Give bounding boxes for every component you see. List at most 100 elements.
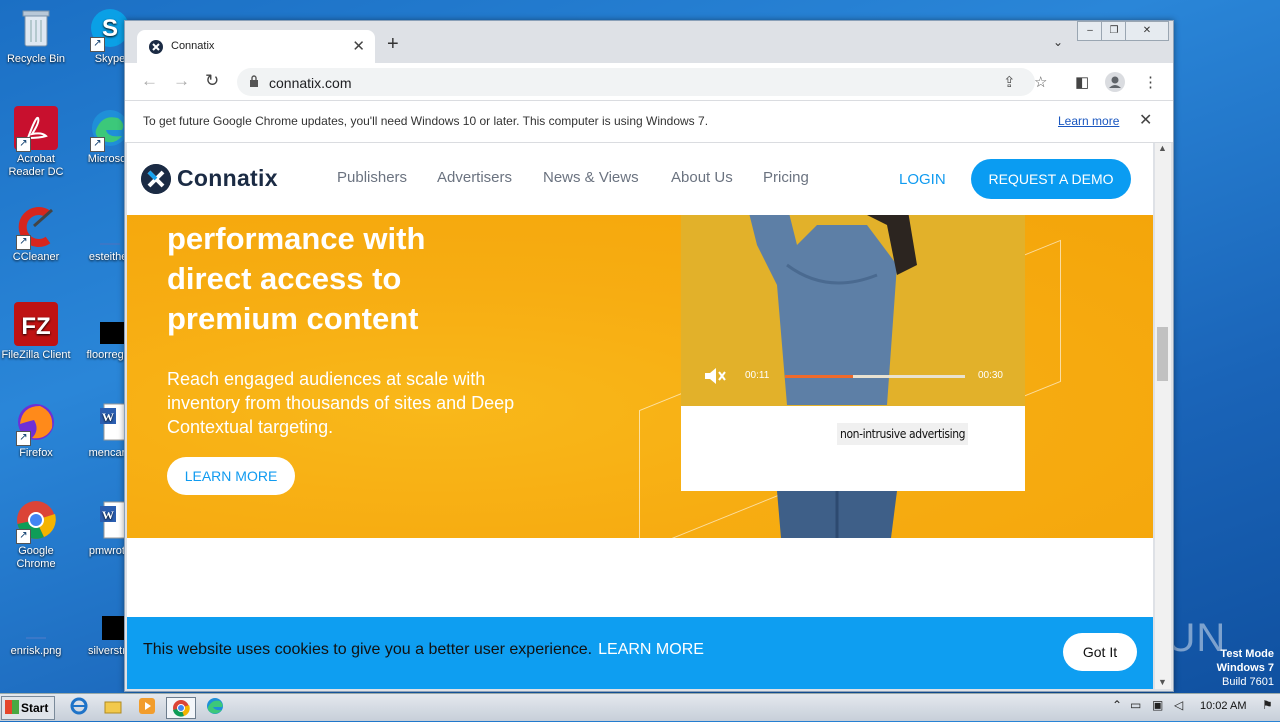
infobar-learn-more-link[interactable]: Learn more [1058, 114, 1119, 128]
svg-text:W: W [102, 410, 114, 424]
cookie-message: This website uses cookies to give you a … [143, 641, 704, 659]
connatix-favicon-icon [149, 40, 163, 54]
recycle-bin-icon [14, 6, 58, 50]
taskbar-chrome-icon[interactable] [166, 697, 196, 719]
video-player[interactable]: 00:11 00:30 non-intrusive advertising [681, 215, 1025, 491]
connatix-logo-icon [141, 164, 171, 194]
svg-text:FZ: FZ [21, 313, 50, 340]
page-viewport: Connatix Publishers Advertisers News & V… [127, 143, 1153, 689]
hero-headline: performance with direct access to premiu… [167, 219, 425, 339]
chrome-window: Connatix ✕ + ⌄ – ❐ ✕ ← → ↻ connatix.com … [124, 20, 1174, 692]
share-icon[interactable]: ⇪ [1003, 73, 1016, 91]
taskbar-edge-icon[interactable] [204, 697, 226, 717]
hero-headline-line: direct access to [167, 261, 402, 296]
test-mode-build: Build 7601 [1222, 676, 1274, 688]
desktop-icon-label: Recycle Bin [6, 53, 66, 65]
minimize-button[interactable]: – [1077, 21, 1103, 41]
scroll-up-arrow-icon[interactable]: ▲ [1158, 143, 1167, 153]
desktop-icon-label: Firefox [19, 447, 53, 459]
infobar-close-icon[interactable]: ✕ [1139, 110, 1152, 130]
taskbar-clock: 10:02 AM [1200, 700, 1247, 712]
nav-advertisers[interactable]: Advertisers [437, 169, 512, 186]
video-frame: 00:11 00:30 [681, 215, 1025, 406]
close-window-button[interactable]: ✕ [1125, 21, 1169, 41]
update-infobar: To get future Google Chrome updates, you… [125, 100, 1173, 143]
cookie-got-it-button[interactable]: Got It [1063, 633, 1137, 671]
filezilla-icon: FZ [14, 302, 58, 346]
address-bar[interactable]: connatix.com ⇪ ☆ [237, 68, 1047, 96]
chrome-menu-icon[interactable]: ⋮ [1143, 73, 1158, 91]
page-scrollbar[interactable]: ▲ ▼ [1155, 143, 1171, 689]
login-link[interactable]: LOGIN [899, 171, 946, 188]
taskbar: Start ⌃ ▭ ▣ ◁ 10:02 AM ⚑ [0, 693, 1280, 721]
hero-learn-more-button[interactable]: LEARN MORE [167, 457, 295, 495]
nav-news-views[interactable]: News & Views [543, 169, 639, 186]
desktop-icon-label: Google Chrome [16, 545, 56, 570]
tray-volume-icon[interactable]: ◁ [1174, 698, 1183, 712]
desktop-icon-label: enrisk.png [10, 645, 62, 657]
video-progress-fill [785, 375, 854, 378]
desktop-icon-recycle-bin[interactable]: Recycle Bin [0, 6, 72, 66]
taskbar-ie-icon[interactable] [68, 697, 90, 717]
logo-wordmark: Connatix [177, 165, 278, 191]
svg-text:W: W [102, 508, 114, 522]
nav-publishers[interactable]: Publishers [337, 169, 407, 186]
desktop-icon-acrobat[interactable]: ↗ Acrobat Reader DC [0, 106, 72, 179]
tray-flag-icon[interactable]: ⚑ [1262, 698, 1273, 712]
video-current-time: 00:11 [745, 370, 770, 381]
cookie-learn-more-link[interactable]: LEARN MORE [598, 641, 704, 658]
bookmark-star-icon[interactable]: ☆ [1034, 73, 1047, 91]
desktop-icon-ccleaner[interactable]: ↗ CCleaner [0, 204, 72, 264]
chrome-icon: ↗ [14, 498, 58, 544]
tab-connatix[interactable]: Connatix ✕ [137, 30, 375, 63]
video-progress-bar[interactable] [785, 375, 965, 378]
test-mode-line: Test Mode [1220, 648, 1274, 660]
test-mode-os: Windows 7 [1216, 662, 1274, 674]
desktop-icon-chrome[interactable]: ↗ Google Chrome [0, 498, 72, 571]
desktop-icon-label: Acrobat Reader DC [8, 153, 64, 178]
ccleaner-icon: ↗ [14, 204, 58, 250]
desktop-icon-filezilla[interactable]: FZ FileZilla Client [0, 302, 72, 362]
scroll-down-arrow-icon[interactable]: ▼ [1158, 677, 1167, 687]
shortcut-arrow-icon: ↗ [16, 235, 31, 250]
new-tab-button[interactable]: + [387, 33, 399, 56]
start-label: Start [21, 701, 49, 715]
taskbar-media-player-icon[interactable] [136, 697, 158, 717]
desktop-icon-label: FileZilla Client [1, 349, 71, 361]
reload-button[interactable]: ↻ [205, 71, 219, 91]
back-button[interactable]: ← [141, 71, 158, 91]
desktop-icon-firefox[interactable]: ↗ Firefox [0, 400, 72, 460]
hero-section: performance with direct access to premiu… [127, 215, 1153, 538]
desktop-icon-label: CCleaner [12, 251, 60, 263]
nav-about-us[interactable]: About Us [671, 169, 733, 186]
side-panel-icon[interactable]: ◧ [1075, 73, 1089, 91]
tray-network-icon[interactable]: ▭ [1130, 698, 1141, 712]
request-demo-button[interactable]: REQUEST A DEMO [971, 159, 1131, 199]
site-header: Connatix Publishers Advertisers News & V… [127, 143, 1153, 215]
tab-search-chevron-icon[interactable]: ⌄ [1053, 35, 1063, 49]
start-button[interactable]: Start [1, 696, 55, 720]
scrollbar-thumb[interactable] [1157, 327, 1168, 381]
video-legs-image [777, 491, 897, 538]
profile-avatar-icon[interactable] [1105, 72, 1125, 92]
restore-button[interactable]: ❐ [1101, 21, 1127, 41]
hero-subtext: Reach engaged audiences at scale with in… [167, 369, 515, 437]
shortcut-arrow-icon: ↗ [90, 137, 105, 152]
shortcut-arrow-icon: ↗ [16, 137, 31, 152]
video-total-time: 00:30 [977, 370, 1003, 381]
firefox-icon: ↗ [14, 400, 58, 446]
forward-button[interactable]: → [173, 71, 190, 91]
mute-icon[interactable] [703, 365, 727, 387]
tab-title: Connatix [171, 40, 215, 52]
desktop-icon-enrisk[interactable]: enrisk.png [0, 598, 72, 658]
tab-close-icon[interactable]: ✕ [352, 37, 365, 55]
shortcut-arrow-icon: ↗ [90, 37, 105, 52]
ad-caption: non-intrusive advertising [837, 423, 969, 445]
tray-display-icon[interactable]: ▣ [1152, 698, 1163, 712]
nav-pricing[interactable]: Pricing [763, 169, 809, 186]
taskbar-explorer-icon[interactable] [102, 697, 124, 717]
windows-flag-icon [5, 700, 19, 714]
hero-headline-line: performance with [167, 221, 426, 256]
tab-strip: Connatix ✕ + ⌄ – ❐ ✕ [125, 21, 1173, 63]
tray-expand-icon[interactable]: ⌃ [1112, 698, 1122, 712]
